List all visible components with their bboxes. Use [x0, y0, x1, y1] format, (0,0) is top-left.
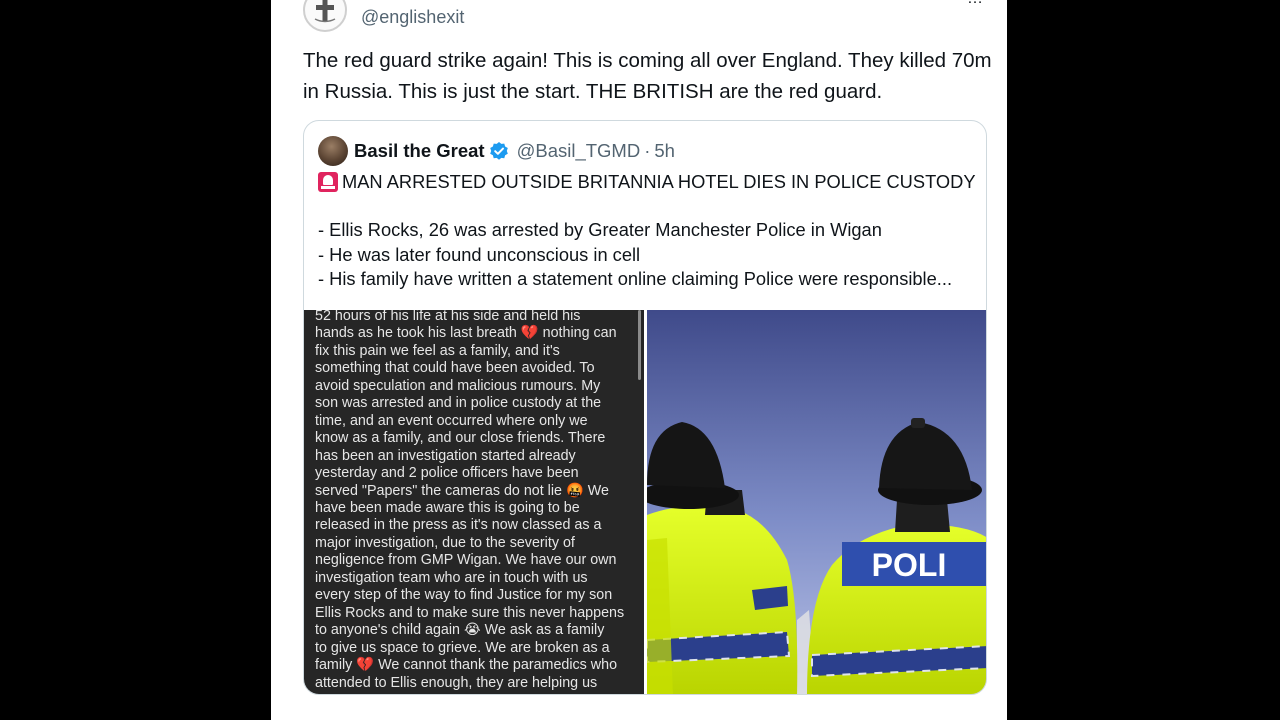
- bullet-line: - He was later found unconscious in cell: [318, 243, 641, 265]
- quoted-tweet-time[interactable]: 5h: [654, 140, 675, 162]
- quoted-tweet-title-text: MAN ARRESTED OUTSIDE BRITANNIA HOTEL DIE…: [342, 171, 976, 192]
- statement-line: released in the press as it's now classe…: [315, 517, 602, 534]
- statement-line: to anyone's child again 😭 We ask as a fa…: [315, 622, 605, 639]
- statement-line: something that could have been avoided. …: [315, 360, 595, 377]
- quoted-tweet-bullets: - Ellis Rocks, 26 was arrested by Greate…: [318, 218, 982, 292]
- quoted-tweet-card[interactable]: Basil the Great @Basil_TGMD · 5h MAN ARR…: [303, 120, 987, 695]
- quoted-tweet-media[interactable]: 52 hours of his life at his side and hel…: [304, 310, 986, 694]
- statement-line: hands as he took his last breath 💔 nothi…: [315, 325, 617, 342]
- quoted-author-avatar[interactable]: [318, 136, 348, 166]
- author-row: [303, 0, 347, 32]
- quoted-tweet-title: MAN ARRESTED OUTSIDE BRITANNIA HOTEL DIE…: [318, 171, 976, 193]
- statement-line: negligence from GMP Wigan. We have our o…: [315, 552, 617, 569]
- police-siren-icon: [318, 172, 338, 192]
- statement-line: yesterday and 2 police officers have bee…: [315, 465, 579, 482]
- statement-line: 52 hours of his life at his side and hel…: [315, 310, 581, 324]
- statement-line: every step of the way to find Justice fo…: [315, 587, 613, 604]
- tweet-panel: @englishexit … The red guard strike agai…: [271, 0, 1007, 720]
- statement-line: son was arrested and in police custody a…: [315, 395, 602, 412]
- statement-line: has been an investigation started alread…: [315, 447, 576, 464]
- statement-line: family 💔 We cannot thank the paramedics …: [315, 657, 618, 674]
- statement-line: avoid speculation and malicious rumours.…: [315, 377, 601, 394]
- statement-line: major investigation, due to the severity…: [315, 534, 575, 551]
- family-statement-text: 52 hours of his life at his side and hel…: [315, 310, 637, 692]
- statement-line: to give us space to grieve. We are broke…: [315, 639, 610, 656]
- statement-line: Ellis Rocks and to make sure this never …: [315, 604, 625, 621]
- police-vest-text: POLI: [872, 547, 947, 583]
- quoted-tweet-header: Basil the Great @Basil_TGMD · 5h: [318, 135, 675, 167]
- meta-separator: ·: [644, 140, 651, 161]
- statement-line: have been made aware this is going to be: [315, 499, 580, 516]
- statement-line: investigation team who are in touch with…: [315, 569, 588, 586]
- bullet-line: - Ellis Rocks, 26 was arrested by Greate…: [318, 219, 882, 240]
- statement-line: time, and an event occurred where only w…: [315, 412, 588, 429]
- bullet-line: - His family have written a statement on…: [318, 268, 953, 289]
- statement-line: served "Papers" the cameras do not lie 🤬…: [315, 482, 609, 499]
- statement-screenshot-image[interactable]: 52 hours of his life at his side and hel…: [304, 310, 644, 694]
- quoted-author-handle[interactable]: @Basil_TGMD: [517, 140, 641, 162]
- statement-line: know as a family, and our close friends.…: [315, 430, 606, 447]
- verified-badge-icon: [489, 141, 509, 161]
- tweet-text: The red guard strike again! This is comi…: [303, 49, 992, 103]
- author-handle[interactable]: @englishexit: [361, 7, 464, 28]
- quoted-author-name[interactable]: Basil the Great: [354, 140, 485, 162]
- author-avatar[interactable]: [303, 0, 347, 32]
- statement-scrollbar[interactable]: [638, 310, 641, 380]
- statement-line: attended to Ellis enough, they are helpi…: [315, 674, 598, 691]
- cross-emblem-icon: [314, 0, 336, 23]
- statement-line: fix this pain we feel as a family, and i…: [315, 342, 560, 359]
- police-officers-photo[interactable]: POLI: [647, 310, 986, 694]
- more-options-icon[interactable]: …: [967, 0, 983, 8]
